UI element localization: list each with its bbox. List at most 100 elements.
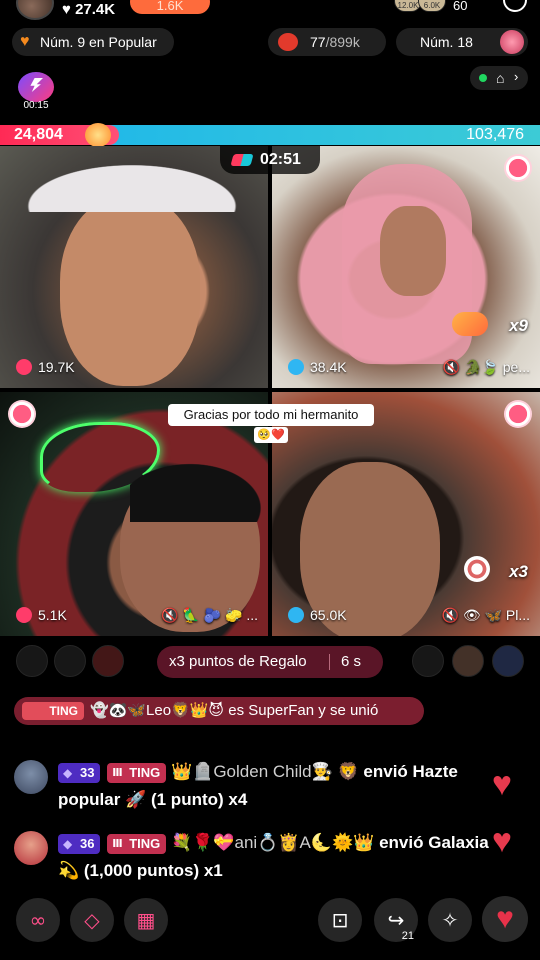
chat-box-icon: ⊡: [331, 908, 349, 932]
gift-points-label: x3 puntos de Regalo: [169, 653, 307, 670]
chat-message: 33 TING 👑🪦Golden Child👨‍🍳 🦁 envió Hazte …: [14, 758, 534, 814]
like-button[interactable]: ♥: [482, 896, 528, 942]
guest-tile-1[interactable]: 19.7K: [0, 146, 268, 388]
guest-viewers: 65.0K: [288, 606, 347, 624]
viewer-count[interactable]: 60: [453, 0, 467, 13]
donut-multiplier-icon: [464, 556, 490, 582]
guest-badge-icon[interactable]: [504, 400, 532, 428]
battle-left-score: 24,804: [14, 126, 63, 143]
rank-label: Núm. 18: [420, 34, 473, 50]
fan-club-badge: TING: [107, 762, 167, 783]
live-goal-time: 00:15: [23, 100, 49, 111]
close-button[interactable]: [503, 0, 527, 12]
gift-points-banner[interactable]: x3 puntos de Regalo 6 s: [157, 646, 383, 678]
avatar[interactable]: [14, 831, 48, 865]
rank-badge-icon: [500, 30, 524, 54]
guest-badge-icon[interactable]: [8, 400, 36, 428]
points-total: /899k: [325, 34, 360, 50]
battle-timer: 02:51: [220, 146, 320, 174]
gift-points-row: x3 puntos de Regalo 6 s: [0, 643, 540, 681]
gift-points-icon: [288, 607, 304, 623]
gift-icon: [278, 33, 298, 51]
rank-pill[interactable]: Núm. 18: [396, 28, 528, 56]
guest-video-detail: [380, 206, 446, 296]
guest-video-detail: [130, 452, 268, 522]
team-avatar[interactable]: [16, 645, 48, 677]
team-avatar[interactable]: [492, 645, 524, 677]
user-level-badge: 36: [58, 833, 101, 854]
guest-badge-icon[interactable]: [504, 154, 532, 182]
heart-icon: ♥: [20, 33, 30, 50]
points-pill[interactable]: 77/899k: [268, 28, 386, 56]
fan-level-badge: TING: [22, 702, 84, 721]
team-avatar[interactable]: [54, 645, 86, 677]
gift-multiplier: x9: [509, 316, 528, 335]
magic-wand-icon: ✧: [441, 908, 459, 932]
live-goal-badge[interactable]: 00:15: [14, 72, 58, 114]
battle-timer-value: 02:51: [260, 151, 301, 168]
battle-button[interactable]: ◇: [70, 898, 114, 942]
more-features-button[interactable]: ▦: [124, 898, 168, 942]
interaction-button[interactable]: ⊡: [318, 898, 362, 942]
team-avatar[interactable]: [412, 645, 444, 677]
battle-diamond-icon: ◇: [84, 908, 100, 932]
video-caption: Gracias por todo mi hermanito: [168, 404, 374, 426]
multi-guest-grid: 19.7K x9 38.4K 🔇 🐊🍃 pe... 5.1K 🔇 🦜 🫐 🧽 .…: [0, 146, 540, 636]
chevron-right-icon: ›: [514, 69, 519, 84]
gift-multiplier: x3: [509, 562, 528, 581]
join-text: es SuperFan y se unió: [224, 702, 379, 719]
online-dot-icon: [479, 74, 487, 82]
chat-detail: 🚀 (1 punto) x4: [125, 790, 248, 809]
guest-mute-name: 🔇 🐊🍃 pe...: [442, 359, 530, 375]
host-avatar[interactable]: [16, 0, 54, 20]
chat-message: 36 TING 💐🌹💝ani💍👸A🌜🌞👑 envió Galaxia 💫 (1,…: [14, 822, 534, 885]
likes-count: 27.4K: [75, 1, 116, 18]
host-likes: ♥ 27.4K: [62, 1, 116, 18]
battle-icon: [230, 154, 254, 166]
avatar[interactable]: [14, 760, 48, 794]
viewer-badge: 6.0K: [418, 0, 446, 12]
chat-action: envió Galaxia: [374, 833, 489, 852]
team-avatar[interactable]: [92, 645, 124, 677]
share-count: 21: [401, 930, 414, 942]
popular-multiplier-icon: [452, 312, 488, 336]
floating-heart-icon: ♥: [491, 822, 512, 860]
join-emojis: 👻🐼🦋: [90, 702, 147, 719]
home-icon: ⌂: [496, 70, 505, 86]
lightning-icon: [18, 72, 54, 102]
gift-points-icon: [16, 607, 32, 623]
guest-tile-2[interactable]: x9 38.4K 🔇 🐊🍃 pe...: [272, 146, 540, 388]
popular-rank-label: Núm. 9 en Popular: [40, 34, 157, 50]
chat-detail: 💫 (1,000 puntos) x1: [58, 861, 223, 880]
effects-button[interactable]: ✧: [428, 898, 472, 942]
team-avatar[interactable]: [452, 645, 484, 677]
top-viewer-avatars[interactable]: 12.0K 6.0K: [394, 0, 446, 12]
floating-heart-icon: ♥: [491, 765, 512, 803]
join-username[interactable]: Leo🦁👑😈: [146, 702, 224, 719]
popular-rank-pill[interactable]: ♥ Núm. 9 en Popular: [12, 28, 174, 56]
chat-username[interactable]: 💐🌹💝ani💍👸A🌜🌞👑: [171, 833, 374, 852]
follow-button[interactable]: 1.6K: [130, 0, 210, 14]
gift-points-icon: [16, 359, 32, 375]
video-caption-emoji: 🥺❤️: [254, 427, 288, 443]
chat-username[interactable]: 👑🪦Golden Child👨‍🍳 🦁: [171, 762, 359, 781]
link-button[interactable]: ∞: [16, 898, 60, 942]
share-button[interactable]: ↪ 21: [374, 898, 418, 942]
guest-viewers: 5.1K: [16, 606, 67, 624]
user-level-badge: 33: [58, 762, 101, 783]
battle-fire-icon: [85, 123, 111, 147]
link-rings-icon: ∞: [29, 908, 47, 932]
guest-mute-name: 🔇 🦜 🫐 🧽 ...: [161, 607, 258, 623]
room-info-pill[interactable]: ⌂ ›: [470, 66, 528, 90]
gift-points-icon: [288, 359, 304, 375]
guest-tile-3[interactable]: 5.1K 🔇 🦜 🫐 🧽 ...: [0, 392, 268, 636]
bottom-toolbar: ∞ ◇ ▦ ⊡ ↪ 21 ✧ ♥: [0, 894, 540, 946]
guest-tile-4[interactable]: x3 65.0K 🔇 👁 🦋 Pl...: [272, 392, 540, 636]
guest-viewers: 38.4K: [288, 358, 347, 376]
points-current: 77: [310, 34, 326, 50]
guest-video: [60, 196, 200, 386]
fan-club-badge: TING: [107, 833, 167, 854]
grid-icon: ▦: [136, 908, 156, 932]
divider: [329, 654, 330, 670]
guest-video-detail: [0, 154, 240, 212]
